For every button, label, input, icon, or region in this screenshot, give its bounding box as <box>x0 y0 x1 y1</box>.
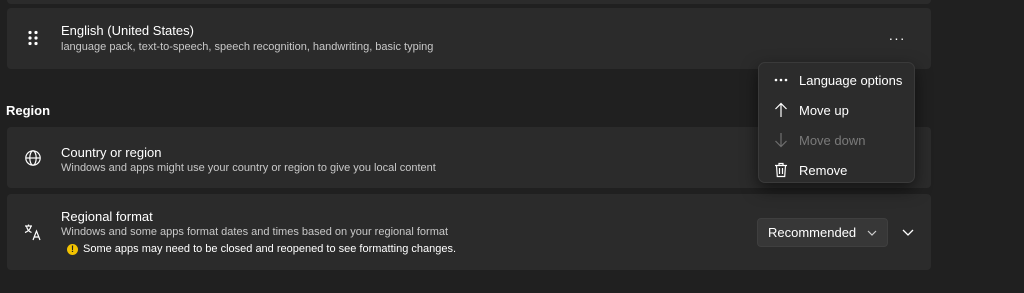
menu-item-move-up[interactable]: Move up <box>759 95 914 125</box>
menu-item-remove[interactable]: Remove <box>759 155 914 185</box>
arrow-up-icon <box>773 102 789 118</box>
dropdown-value: Recommended <box>768 225 857 240</box>
country-region-title: Country or region <box>61 145 162 160</box>
previous-card-edge <box>7 0 931 4</box>
formatting-warning: ! Some apps may need to be closed and re… <box>67 243 456 255</box>
menu-item-label: Move down <box>799 132 866 148</box>
settings-page: English (United States) language pack, t… <box>0 0 1024 293</box>
region-section-title: Region <box>6 103 51 118</box>
trash-icon <box>773 162 789 178</box>
menu-item-language-options[interactable]: Language options <box>759 65 914 95</box>
regional-format-description: Windows and some apps format dates and t… <box>61 226 449 238</box>
arrow-down-icon <box>773 132 789 148</box>
more-icon <box>773 72 789 88</box>
regional-format-dropdown[interactable]: Recommended <box>757 218 888 247</box>
drag-handle-icon[interactable] <box>23 28 43 48</box>
menu-item-move-down: Move down <box>759 125 914 155</box>
chevron-down-icon <box>867 228 877 238</box>
language-title: English (United States) <box>61 23 194 38</box>
language-description: language pack, text-to-speech, speech re… <box>61 41 434 53</box>
menu-item-label: Move up <box>799 102 849 118</box>
globe-icon <box>23 148 43 168</box>
language-format-icon <box>23 222 43 242</box>
language-more-button[interactable]: ··· <box>883 28 911 48</box>
regional-format-card[interactable]: Regional format Windows and some apps fo… <box>7 194 931 270</box>
more-icon: ··· <box>888 30 906 46</box>
expand-chevron-icon[interactable] <box>900 224 916 240</box>
language-card-english[interactable]: English (United States) language pack, t… <box>7 8 931 69</box>
menu-item-label: Language options <box>799 72 903 88</box>
language-context-menu: Language options Move up Move down Remov… <box>758 62 915 183</box>
warning-icon: ! <box>67 243 78 255</box>
menu-item-label: Remove <box>799 162 848 178</box>
regional-format-title: Regional format <box>61 209 153 224</box>
warning-text: Some apps may need to be closed and reop… <box>83 243 457 255</box>
country-region-description: Windows and apps might use your country … <box>61 162 436 174</box>
